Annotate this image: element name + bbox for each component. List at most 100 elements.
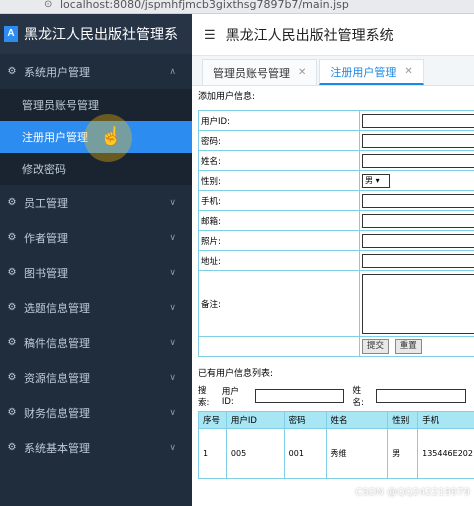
column-header: 密码: [283, 411, 327, 429]
hand-pointer-icon: ☝: [100, 126, 123, 146]
userid-input[interactable]: [362, 113, 474, 128]
gear-icon: ⚙: [7, 441, 17, 453]
close-icon[interactable]: ✕: [404, 66, 412, 77]
gear-icon: ⚙: [7, 406, 17, 418]
chevron-down-icon: ∨: [169, 302, 176, 312]
field-label: 姓名:: [198, 150, 361, 171]
logo-icon: A: [4, 26, 18, 42]
field-label: 地址:: [198, 250, 361, 271]
submit-button[interactable]: 提交: [362, 339, 390, 354]
menu-group-label: 系统用户管理: [24, 66, 90, 79]
table-cell: 005: [225, 428, 285, 479]
gear-icon: ⚙: [7, 196, 17, 208]
menu-group-label: 系统基本管理: [24, 442, 90, 455]
chevron-down-icon: ∨: [169, 267, 176, 277]
menu-group-staff[interactable]: ⚙ 员工管理 ∨: [0, 185, 192, 220]
close-icon[interactable]: ✕: [298, 67, 306, 78]
search-name-input[interactable]: [376, 389, 467, 403]
cursor-highlight: ☝: [84, 114, 132, 162]
user-list-title: 已有用户信息列表:: [198, 369, 274, 379]
url-text: localhost:8080/jspmhfjmcb3gixthsg7897b7/…: [60, 0, 349, 11]
name-input[interactable]: [362, 153, 474, 168]
field-label: 备注:: [198, 270, 361, 337]
search-bar: 搜索: 用户ID: 姓名:: [198, 385, 474, 408]
column-header: 手机: [417, 411, 474, 429]
address-bar[interactable]: ⊙ localhost:8080/jspmhfjmcb3gixthsg7897b…: [0, 0, 474, 14]
phone-input[interactable]: [362, 193, 474, 208]
menu-group-topics[interactable]: ⚙ 选题信息管理 ∨: [0, 290, 192, 325]
spacer-cell: [198, 336, 361, 357]
table-cell: 001: [283, 428, 327, 479]
reset-button[interactable]: 重置: [394, 339, 422, 354]
search-userid-input[interactable]: [254, 389, 345, 403]
gender-select[interactable]: 男 ▾: [362, 173, 391, 188]
chevron-down-icon: ∨: [169, 407, 176, 417]
field-label: 性别:: [198, 170, 361, 191]
menu-group-label: 选题信息管理: [24, 302, 90, 315]
menu-group-label: 员工管理: [24, 197, 68, 210]
sidebar: A 黑龙江人民出版社管理系 ⚙ 系统用户管理 ∧ 管理员账号管理 注册用户管理 …: [0, 14, 192, 506]
password-input[interactable]: [362, 133, 474, 148]
tab-admin-accounts[interactable]: 管理员账号管理 ✕: [202, 59, 318, 85]
table-cell: 135446E202: [417, 428, 474, 479]
column-header: 序号: [198, 411, 227, 429]
content-frame: 添加用户信息: 用户ID: 密码: 姓名: 性别: 男 ▾ 手机: 邮箱: 照片…: [198, 88, 474, 504]
remarks-textarea[interactable]: [362, 273, 474, 334]
menu-group-books[interactable]: ⚙ 图书管理 ∨: [0, 255, 192, 290]
chevron-down-icon: ∨: [169, 442, 176, 452]
menu-toggle-icon[interactable]: ☰: [204, 27, 216, 43]
field-label: 用户ID:: [198, 110, 361, 131]
brand: A 黑龙江人民出版社管理系: [0, 14, 192, 54]
column-header: 性别: [387, 411, 419, 429]
watermark: CSDN @QQ242219979: [355, 487, 470, 498]
photo-input[interactable]: [362, 233, 474, 248]
search-userid-label: 用户ID:: [221, 387, 239, 407]
field-label: 手机:: [198, 190, 361, 211]
field-label: 邮箱:: [198, 210, 361, 231]
chevron-down-icon: ∨: [169, 337, 176, 347]
menu-group-system-basic[interactable]: ⚙ 系统基本管理 ∨: [0, 430, 192, 465]
menu-group-resources[interactable]: ⚙ 资源信息管理 ∨: [0, 360, 192, 395]
add-user-title: 添加用户信息:: [198, 92, 256, 102]
menu-group-system-users[interactable]: ⚙ 系统用户管理 ∧: [0, 54, 192, 89]
gear-icon: ⚙: [7, 301, 17, 313]
header: ☰ 黑龙江人民出版社管理系统: [192, 14, 474, 56]
chevron-down-icon: ∨: [169, 232, 176, 242]
search-label: 搜索:: [198, 386, 210, 408]
gear-icon: ⚙: [7, 266, 17, 278]
brand-title: 黑龙江人民出版社管理系: [24, 26, 178, 42]
chevron-down-icon: ∨: [169, 372, 176, 382]
search-name-label: 姓名:: [352, 386, 364, 408]
gear-icon: ⚙: [7, 231, 17, 243]
tab-bar: 管理员账号管理 ✕ 注册用户管理 ✕: [192, 56, 474, 86]
user-table: 序号 用户ID 密码 姓名 性别 手机 1 005 001 秀维 男 13544…: [198, 411, 474, 479]
tab-registered-users[interactable]: 注册用户管理 ✕: [319, 59, 424, 85]
tab-label: 管理员账号管理: [213, 67, 290, 80]
table-row[interactable]: 1 005 001 秀维 男 135446E202: [198, 428, 474, 479]
chevron-up-icon: ∧: [169, 66, 176, 76]
tab-label: 注册用户管理: [330, 66, 397, 79]
field-label: 密码:: [198, 130, 361, 151]
column-header: 姓名: [325, 411, 389, 429]
chevron-down-icon: ∨: [169, 197, 176, 207]
globe-icon: ⊙: [44, 0, 53, 10]
add-user-form: 用户ID: 密码: 姓名: 性别: 男 ▾ 手机: 邮箱: 照片: 地址: 备注…: [198, 110, 474, 357]
menu-group-label: 稿件信息管理: [24, 337, 90, 350]
gear-icon: ⚙: [7, 65, 17, 77]
email-input[interactable]: [362, 213, 474, 228]
table-cell: 1: [198, 428, 227, 479]
table-cell: 秀维: [325, 428, 389, 479]
gear-icon: ⚙: [7, 336, 17, 348]
menu-group-label: 图书管理: [24, 267, 68, 280]
menu-group-authors[interactable]: ⚙ 作者管理 ∨: [0, 220, 192, 255]
menu-group-manuscripts[interactable]: ⚙ 稿件信息管理 ∨: [0, 325, 192, 360]
table-cell: 男: [387, 428, 419, 479]
page-title: 黑龙江人民出版社管理系统: [225, 26, 394, 43]
menu-group-label: 资源信息管理: [24, 372, 90, 385]
address-input[interactable]: [362, 253, 474, 268]
menu-group-label: 作者管理: [24, 232, 68, 245]
gear-icon: ⚙: [7, 371, 17, 383]
field-label: 照片:: [198, 230, 361, 251]
table-header-row: 序号 用户ID 密码 姓名 性别 手机: [198, 411, 474, 429]
menu-group-finance[interactable]: ⚙ 财务信息管理 ∨: [0, 395, 192, 430]
